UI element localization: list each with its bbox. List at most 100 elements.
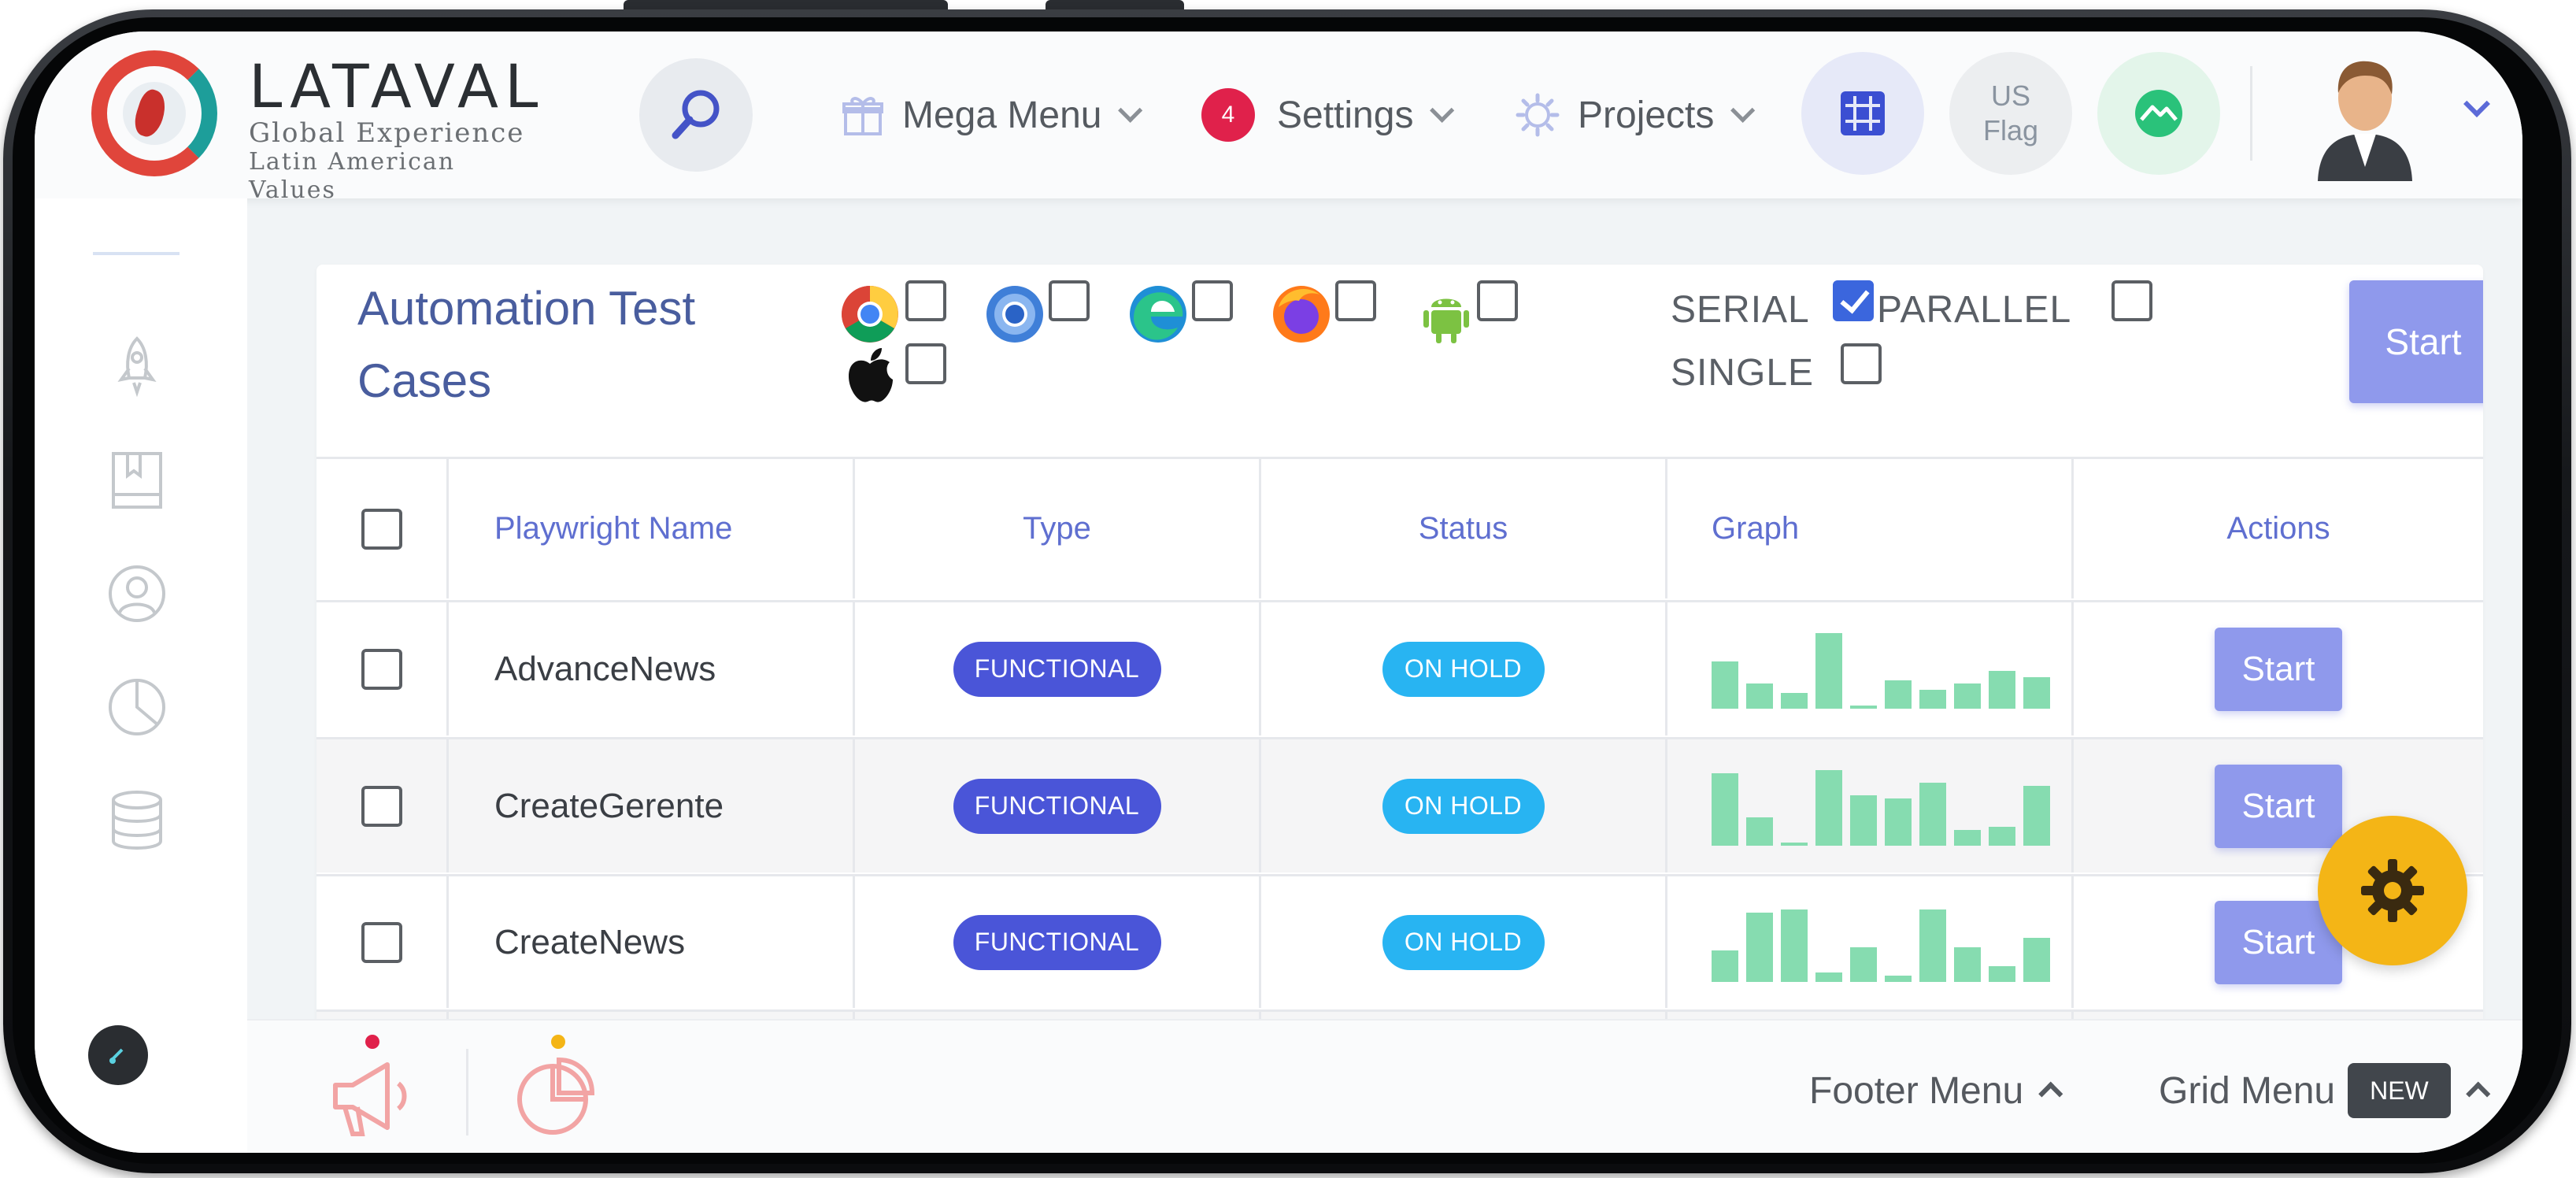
- chevron-down-icon[interactable]: [2463, 91, 2490, 117]
- firefox-icon: [1273, 286, 1330, 343]
- book-icon[interactable]: [105, 449, 168, 512]
- brand-name: LATAVAL: [249, 51, 545, 121]
- landscape-circle-icon: [2135, 90, 2182, 137]
- new-badge: NEW: [2348, 1063, 2451, 1118]
- android-checkbox[interactable]: [1477, 280, 1518, 321]
- grid-apps-button[interactable]: [1801, 52, 1924, 175]
- column-header-actions[interactable]: Actions: [2074, 459, 2483, 598]
- pie-chart-icon[interactable]: [105, 676, 168, 739]
- grid-icon: [1841, 91, 1885, 135]
- chevron-down-icon: [1118, 98, 1143, 123]
- chromium-icon: [986, 286, 1043, 343]
- card-title-line: Cases: [357, 354, 492, 407]
- type-cell: FUNCTIONAL: [855, 876, 1261, 1008]
- chevron-up-icon: [2465, 1081, 2491, 1106]
- row-checkbox[interactable]: [361, 785, 402, 827]
- single-checkbox[interactable]: [1841, 343, 1882, 384]
- brand-tagline: Global Experience: [249, 117, 525, 149]
- chevron-down-icon: [1430, 98, 1455, 123]
- parallel-checkbox[interactable]: [2112, 280, 2152, 321]
- mega-menu-button[interactable]: Mega Menu: [841, 88, 1143, 142]
- column-header-name[interactable]: Playwright Name: [449, 459, 855, 598]
- row-checkbox[interactable]: [361, 648, 402, 690]
- rocket-icon[interactable]: [105, 334, 168, 397]
- chrome-checkbox[interactable]: [905, 280, 946, 321]
- logo-globe-icon: [123, 82, 186, 145]
- sparkline-bar: [1954, 829, 1981, 846]
- header-divider: [2250, 66, 2252, 161]
- sparkline-bar: [1781, 692, 1808, 709]
- notification-dot: [365, 1035, 379, 1049]
- settings-fab-button[interactable]: [2318, 816, 2467, 965]
- database-icon[interactable]: [105, 789, 168, 852]
- sparkline-bar: [1850, 705, 1877, 709]
- language-flag-button[interactable]: US Flag: [1949, 52, 2072, 175]
- sparkline-chart: [1712, 630, 2050, 709]
- table-row: AdvanceNews FUNCTIONAL ON HOLD Start: [316, 600, 2483, 735]
- sparkline-bar: [1746, 683, 1773, 709]
- theme-toggle-button[interactable]: [88, 1025, 148, 1085]
- test-name: CreateNews: [449, 876, 855, 1008]
- row-select-cell: [316, 739, 449, 872]
- firefox-checkbox[interactable]: [1335, 280, 1376, 321]
- sparkline-bar: [1885, 798, 1912, 846]
- user-circle-icon[interactable]: [105, 562, 168, 625]
- sparkline-bar: [1919, 782, 1946, 846]
- sparkline-bar: [1885, 680, 1912, 709]
- phone-frame: LATAVAL Global Experience Latin American…: [0, 0, 2576, 1178]
- edge-checkbox[interactable]: [1192, 280, 1233, 321]
- graph-cell: [1667, 602, 2074, 735]
- phone-volume-button: [624, 0, 948, 9]
- start-all-button[interactable]: Start: [2349, 280, 2483, 403]
- actions-cell: Start: [2074, 602, 2483, 735]
- row-start-button[interactable]: Start: [2215, 627, 2342, 711]
- row-checkbox[interactable]: [361, 921, 402, 963]
- sparkline-chart: [1712, 767, 2050, 846]
- footer-menu-button[interactable]: Footer Menu: [1809, 1063, 2063, 1118]
- sparkline-bar: [1954, 683, 1981, 709]
- sparkline-bar: [1746, 817, 1773, 846]
- footer-divider: [466, 1049, 468, 1135]
- sparkline-bar: [1815, 632, 1842, 709]
- chrome-icon: [842, 286, 898, 343]
- serial-checkbox[interactable]: [1833, 280, 1874, 321]
- sparkline-bar: [1815, 769, 1842, 846]
- status-button[interactable]: [2097, 52, 2220, 175]
- flag-alt-text: Flag: [1982, 114, 2039, 146]
- table-row: CreateNews FUNCTIONAL ON HOLD Start: [316, 874, 2483, 1008]
- row-select-cell: [316, 876, 449, 1008]
- column-header-graph[interactable]: Graph: [1667, 459, 2074, 598]
- sparkline-bar: [1954, 946, 1981, 982]
- status-cell: ON HOLD: [1261, 876, 1667, 1008]
- projects-label: Projects: [1578, 94, 1715, 136]
- row-start-button[interactable]: Start: [2215, 764, 2342, 848]
- status-cell: ON HOLD: [1261, 602, 1667, 735]
- type-badge: FUNCTIONAL: [953, 914, 1161, 970]
- graph-cell: [1667, 876, 2074, 1008]
- status-cell: ON HOLD: [1261, 739, 1667, 872]
- pie-chart-icon[interactable]: [507, 1049, 601, 1143]
- table-header-row: Playwright Name Type Status Graph Action…: [316, 457, 2483, 598]
- sparkline-chart: [1712, 903, 2050, 982]
- select-all-checkbox[interactable]: [361, 508, 402, 550]
- megaphone-icon[interactable]: [326, 1049, 420, 1143]
- mega-menu-label: Mega Menu: [902, 94, 1102, 136]
- chromium-checkbox[interactable]: [1049, 280, 1090, 321]
- user-avatar[interactable]: [2310, 49, 2420, 181]
- apple-checkbox[interactable]: [905, 343, 946, 384]
- type-badge: FUNCTIONAL: [953, 778, 1161, 834]
- projects-menu-button[interactable]: Projects: [1515, 88, 1756, 142]
- sparkline-bar: [2023, 676, 2050, 709]
- sparkline-bar: [2023, 937, 2050, 982]
- settings-menu-button[interactable]: 4 Settings: [1201, 88, 1455, 142]
- brand-logo[interactable]: LATAVAL Global Experience Latin American…: [249, 51, 545, 205]
- sparkline-bar: [1850, 946, 1877, 982]
- grid-menu-button[interactable]: Grid Menu NEW: [2159, 1063, 2491, 1118]
- search-icon: [672, 90, 720, 139]
- grid-menu-label: Grid Menu: [2159, 1069, 2336, 1112]
- column-header-type[interactable]: Type: [855, 459, 1261, 598]
- test-name: AdvanceNews: [449, 602, 855, 735]
- search-button[interactable]: [639, 58, 753, 172]
- column-header-status[interactable]: Status: [1261, 459, 1667, 598]
- notification-dot: [551, 1035, 565, 1049]
